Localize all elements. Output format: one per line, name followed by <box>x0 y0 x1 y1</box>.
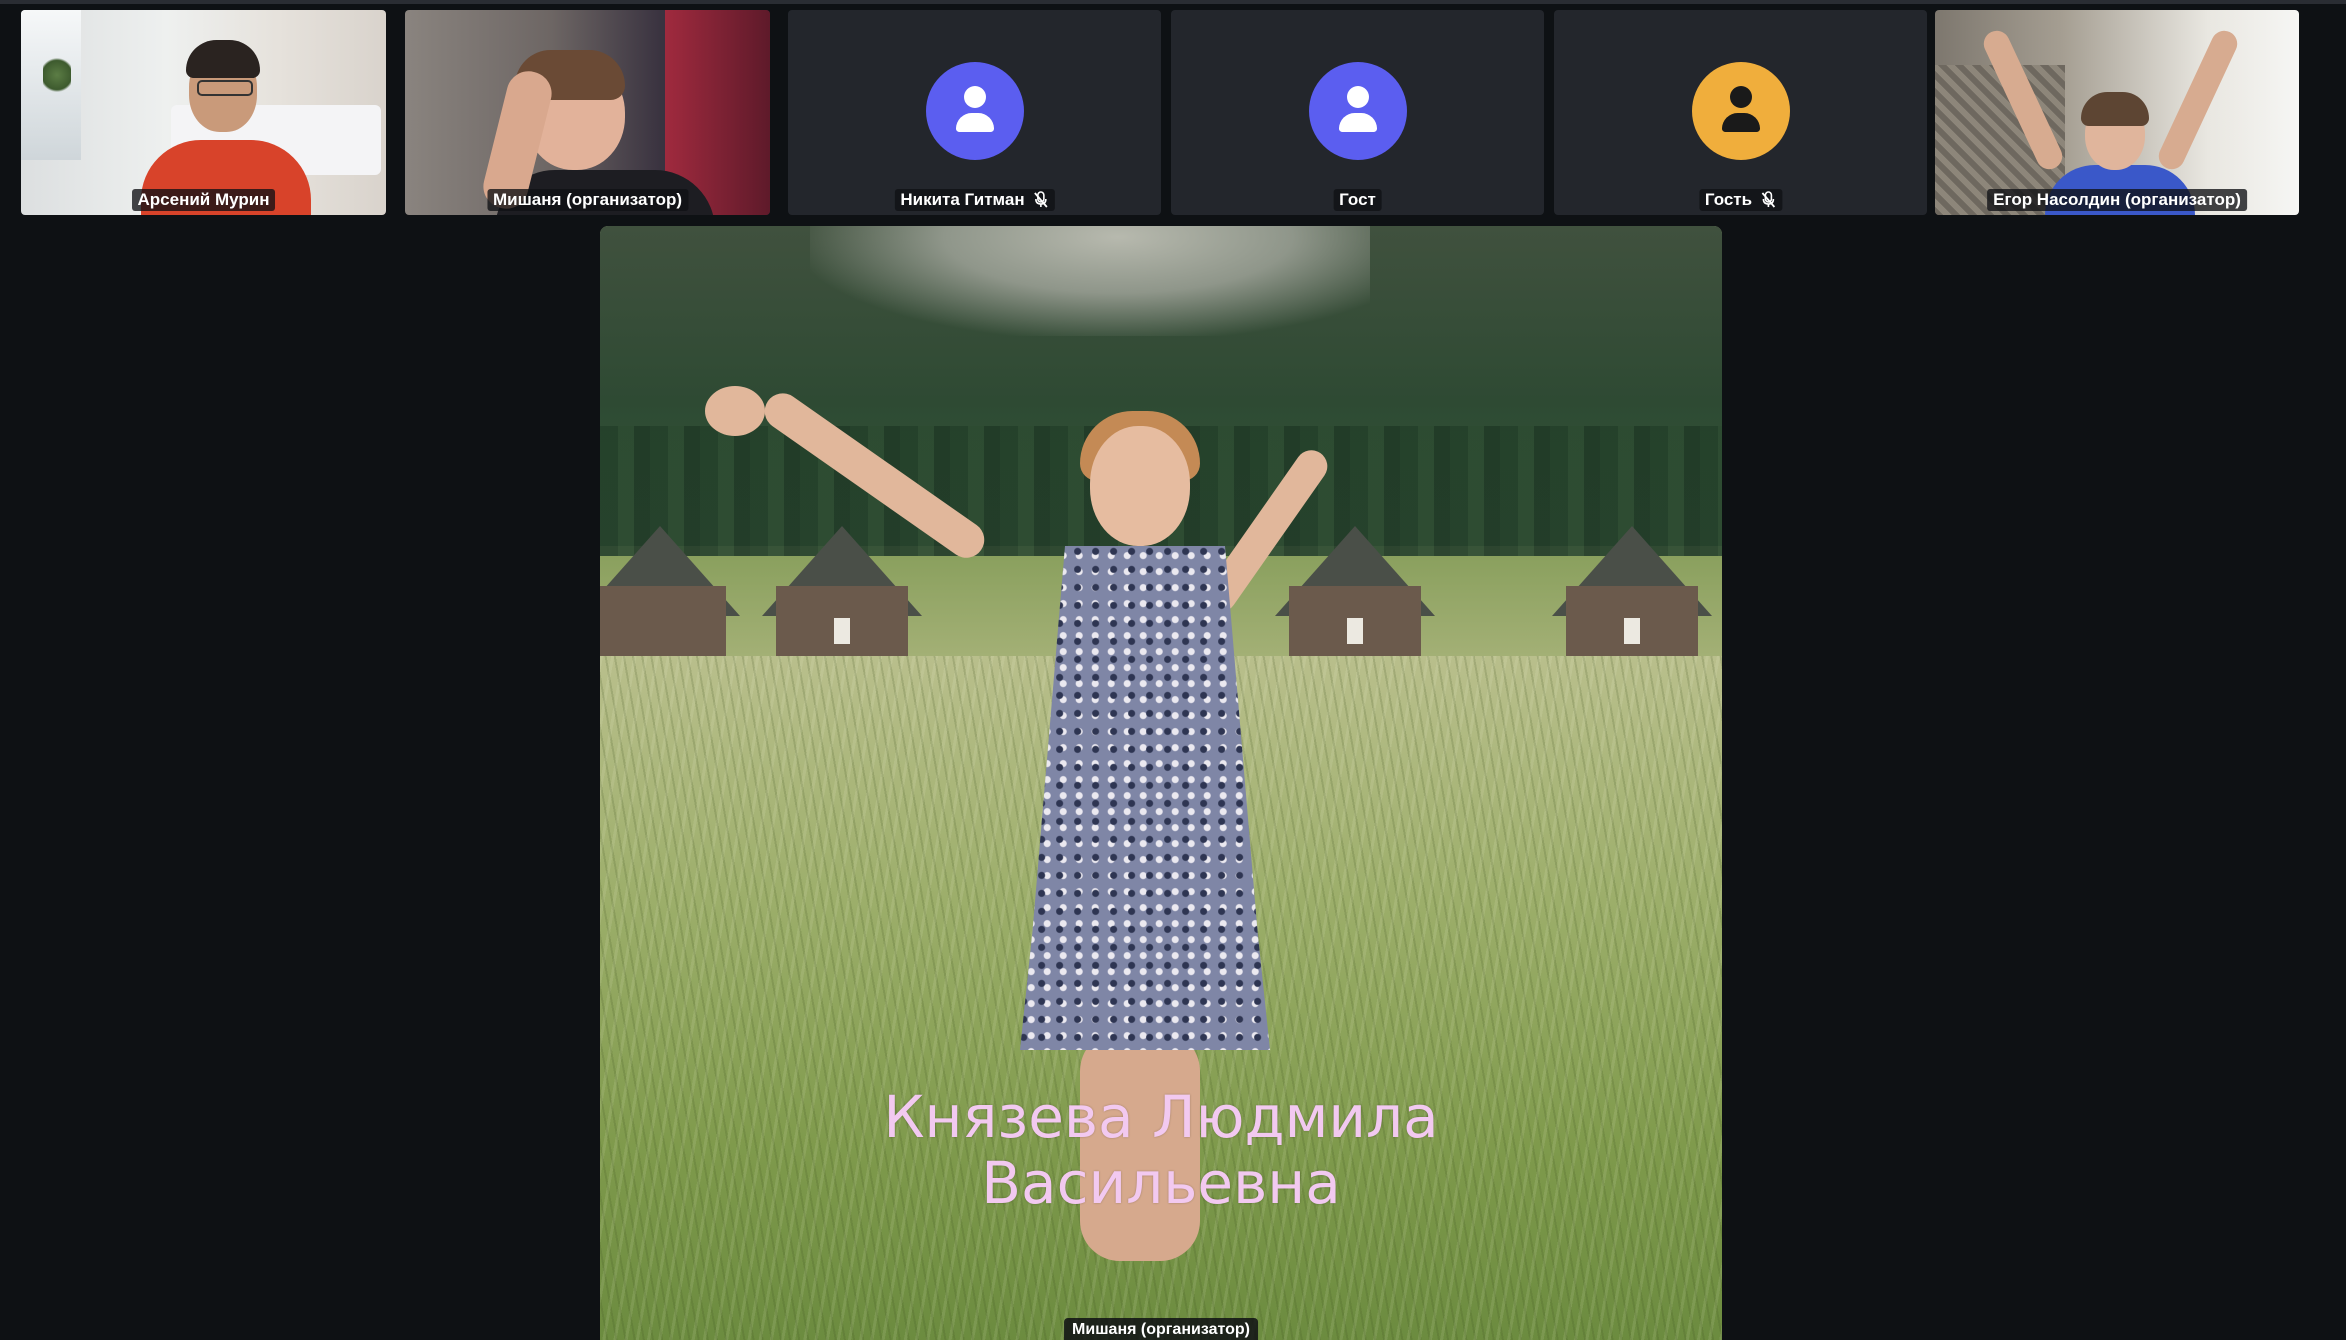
top-edge-bar <box>0 0 2346 4</box>
user-avatar-icon <box>1691 62 1790 160</box>
participant-name-tag: Гост <box>1333 189 1382 211</box>
participant-name: Арсений Мурин <box>137 190 270 209</box>
participant-name: Гость <box>1704 190 1753 209</box>
participant-name-tag: Гость <box>1698 189 1783 211</box>
participant-name: Никита Гитман <box>900 190 1025 209</box>
participant-name-tag: Никита Гитман <box>894 189 1055 211</box>
participant-tile[interactable]: Мишаня (организатор) <box>405 10 770 215</box>
participant-tile[interactable]: Гость <box>1554 10 1927 215</box>
background-plant <box>43 55 71 95</box>
participant-name-tag: Арсений Мурин <box>131 189 276 211</box>
video-call-window: Арсений Мурин Мишаня (организатор) Никит… <box>0 0 2346 1340</box>
participant-tile[interactable]: Гост <box>1171 10 1544 215</box>
participant-tile[interactable]: Егор Насолдин (организатор) <box>1935 10 2299 215</box>
participant-tile[interactable]: Никита Гитман <box>788 10 1161 215</box>
participant-glasses <box>197 80 253 96</box>
mic-muted-icon <box>1761 191 1775 208</box>
participant-name: Мишаня (организатор) <box>492 190 683 209</box>
caption-line-1: Князева Людмила <box>883 1083 1439 1151</box>
participant-name: Егор Насолдин (организатор) <box>1993 190 2241 209</box>
participant-name-tag: Мишаня (организатор) <box>486 189 689 211</box>
participant-tile[interactable]: Арсений Мурин <box>21 10 386 215</box>
participant-name-tag: Егор Насолдин (организатор) <box>1987 189 2247 211</box>
participant-name: Гост <box>1339 190 1376 209</box>
caption-line-2: Васильевна <box>981 1149 1341 1217</box>
participant-hair <box>186 40 260 78</box>
presenter-name-tag: Мишаня (организатор) <box>1064 1318 1258 1340</box>
participant-arm <box>2154 26 2242 174</box>
main-stage-video[interactable]: Князева Людмила Васильевна Мишаня (орган… <box>600 226 1722 1340</box>
user-avatar-icon <box>925 62 1024 160</box>
user-avatar-icon <box>1308 62 1407 160</box>
mic-muted-icon <box>1033 191 1048 208</box>
participant-hair <box>2081 92 2149 126</box>
participants-strip: Арсений Мурин Мишаня (организатор) Никит… <box>21 10 2301 215</box>
photo-caption: Князева Людмила Васильевна <box>600 1084 1722 1216</box>
